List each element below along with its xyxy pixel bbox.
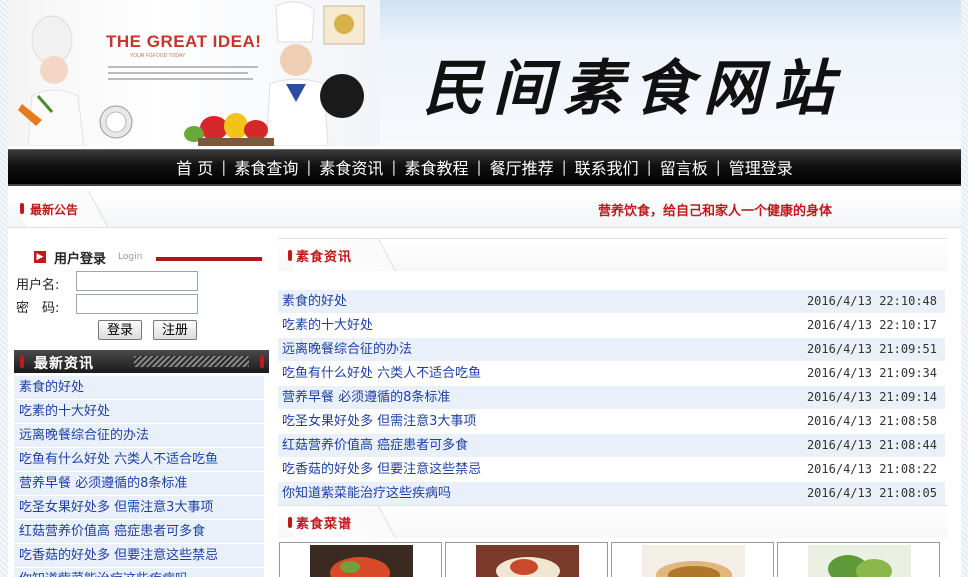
fine-print-line [108, 72, 248, 74]
fine-print-line [108, 78, 253, 80]
list-item[interactable]: 素食的好处 [14, 376, 264, 400]
header-marker-icon [20, 355, 24, 368]
list-item[interactable]: 远离晚餐综合征的办法 [14, 424, 264, 448]
recipe-thumbnail[interactable] [611, 542, 774, 577]
register-button[interactable]: 注册 [153, 320, 198, 340]
login-panel: ▶ 用户登录 Login 用户名: 密 码: 登录 注册 [16, 238, 266, 346]
food-news-header: 素食资讯 [278, 238, 948, 271]
list-item[interactable]: 你知道紫菜能治疗这些疾病吗 [14, 568, 264, 577]
nav-separator: | [476, 158, 482, 176]
news-date: 2016/4/13 21:08:58 [806, 414, 937, 428]
login-header: ▶ 用户登录 Login [26, 248, 262, 268]
username-input[interactable] [76, 271, 198, 291]
table-row[interactable]: 吃素的十大好处 2016/4/13 22:10:17 [278, 314, 945, 338]
recipes-title: 素食菜谱 [296, 517, 353, 532]
header-marker-icon [260, 355, 264, 368]
recipe-thumbnails [279, 542, 949, 577]
login-subtitle: Login [118, 252, 143, 262]
password-input[interactable] [76, 294, 198, 314]
dish-image [808, 545, 911, 577]
site-title: 民间素食网站 [423, 54, 843, 124]
recipe-thumbnail[interactable] [279, 542, 442, 577]
dish-image [642, 545, 745, 577]
notice-text: 营养饮食，给自己和家人一个健康的身体 [598, 204, 833, 219]
news-title-link[interactable]: 营养早餐 必须遵循的8条标准 [282, 386, 450, 409]
nav-separator: | [715, 158, 721, 176]
nav-contact[interactable]: 联系我们 [569, 155, 645, 179]
banner-chef-photo: THE GREAT IDEA! YOUR FGFOOD TODAY [8, 0, 380, 146]
header-stripes [134, 356, 249, 367]
table-row[interactable]: 远离晚餐综合征的办法 2016/4/13 21:09:51 [278, 338, 945, 362]
news-title-link[interactable]: 你知道紫菜能治疗这些疾病吗 [282, 482, 451, 505]
news-date: 2016/4/13 21:09:14 [806, 390, 937, 404]
latest-news-list: 素食的好处 吃素的十大好处 远离晚餐综合征的办法 吃鱼有什么好处 六类人不适合吃… [14, 376, 264, 577]
table-row[interactable]: 吃鱼有什么好处 六类人不适合吃鱼 2016/4/13 21:09:34 [278, 362, 945, 386]
table-row[interactable]: 素食的好处 2016/4/13 22:10:48 [278, 290, 945, 314]
news-title-link[interactable]: 素食的好处 [282, 290, 347, 313]
list-item[interactable]: 吃香菇的好处多 但要注意这些禁忌 [14, 544, 264, 568]
nav-restaurants[interactable]: 餐厅推荐 [484, 155, 560, 179]
section-marker-icon [288, 517, 292, 528]
table-row[interactable]: 红菇营养价值高 癌症患者可多食 2016/4/13 21:08:44 [278, 434, 945, 458]
news-date: 2016/4/13 21:08:22 [806, 462, 937, 476]
password-label: 密 码: [16, 301, 60, 316]
news-date: 2016/4/13 21:08:44 [806, 438, 937, 452]
news-title-link[interactable]: 吃香菇的好处多 但要注意这些禁忌 [282, 458, 481, 481]
news-title-link[interactable]: 红菇营养价值高 癌症患者可多食 [282, 434, 468, 457]
table-row[interactable]: 你知道紫菜能治疗这些疾病吗 2016/4/13 21:08:05 [278, 482, 945, 506]
site-banner: THE GREAT IDEA! YOUR FGFOOD TODAY 民间素食网站 [8, 0, 961, 146]
nav-separator: | [306, 158, 312, 176]
nav-admin-login[interactable]: 管理登录 [723, 155, 799, 179]
nav-separator: | [561, 158, 567, 176]
news-title-link[interactable]: 吃圣女果好处多 但需注意3大事项 [282, 410, 476, 433]
nav-food-search[interactable]: 素食查询 [228, 155, 304, 179]
banner-slogan: THE GREAT IDEA! [106, 32, 262, 51]
list-item[interactable]: 吃鱼有什么好处 六类人不适合吃鱼 [14, 448, 264, 472]
login-title: 用户登录 [54, 252, 107, 267]
notice-label: 最新公告 [30, 203, 79, 217]
nav-separator: | [391, 158, 397, 176]
news-title-link[interactable]: 吃鱼有什么好处 六类人不适合吃鱼 [282, 362, 481, 385]
recipe-thumbnail[interactable] [777, 542, 940, 577]
table-row[interactable]: 吃圣女果好处多 但需注意3大事项 2016/4/13 21:08:58 [278, 410, 945, 434]
news-date: 2016/4/13 22:10:17 [806, 318, 937, 332]
food-news-title: 素食资讯 [296, 250, 353, 265]
nav-guestbook[interactable]: 留言板 [654, 155, 714, 179]
notice-marker-icon [20, 203, 24, 214]
latest-news-title: 最新资讯 [34, 356, 94, 372]
login-button[interactable]: 登录 [98, 320, 143, 340]
recipe-thumbnail[interactable] [445, 542, 608, 577]
page: THE GREAT IDEA! YOUR FGFOOD TODAY 民间素食网站… [8, 0, 961, 577]
username-label: 用户名: [16, 278, 60, 293]
arrow-right-icon: ▶ [34, 251, 46, 263]
latest-news-header: 最新资讯 [14, 350, 269, 373]
list-item[interactable]: 吃圣女果好处多 但需注意3大事项 [14, 496, 264, 520]
dish-image [310, 545, 413, 577]
news-date: 2016/4/13 21:09:34 [806, 366, 937, 380]
nav-home[interactable]: 首 页 [170, 155, 219, 179]
list-item[interactable]: 吃素的十大好处 [14, 400, 264, 424]
news-date: 2016/4/13 22:10:48 [806, 294, 937, 308]
food-news-table: 素食的好处 2016/4/13 22:10:48 吃素的十大好处 2016/4/13… [278, 290, 945, 506]
table-row[interactable]: 营养早餐 必须遵循的8条标准 2016/4/13 21:09:14 [278, 386, 945, 410]
news-date: 2016/4/13 21:09:51 [806, 342, 937, 356]
nav-tutorials[interactable]: 素食教程 [398, 155, 474, 179]
list-item[interactable]: 营养早餐 必须遵循的8条标准 [14, 472, 264, 496]
list-item[interactable]: 红菇营养价值高 癌症患者可多食 [14, 520, 264, 544]
nav-separator: | [646, 158, 652, 176]
recipes-header: 素食菜谱 [278, 505, 948, 538]
banner-subslogan: YOUR FGFOOD TODAY [130, 53, 186, 59]
section-marker-icon [288, 250, 292, 261]
login-header-rule [156, 257, 262, 261]
fine-print-line [108, 66, 258, 68]
notice-bar: 最新公告 营养饮食，给自己和家人一个健康的身体 [8, 191, 961, 228]
nav-food-news[interactable]: 素食资讯 [313, 155, 389, 179]
dish-image [476, 545, 579, 577]
table-row[interactable]: 吃香菇的好处多 但要注意这些禁忌 2016/4/13 21:08:22 [278, 458, 945, 482]
news-date: 2016/4/13 21:08:05 [806, 486, 937, 500]
main-nav: 首 页 | 素食查询 | 素食资讯 | 素食教程 | 餐厅推荐 | 联系我们 |… [8, 149, 961, 186]
news-title-link[interactable]: 远离晚餐综合征的办法 [282, 338, 412, 361]
nav-separator: | [221, 158, 227, 176]
news-title-link[interactable]: 吃素的十大好处 [282, 314, 373, 337]
